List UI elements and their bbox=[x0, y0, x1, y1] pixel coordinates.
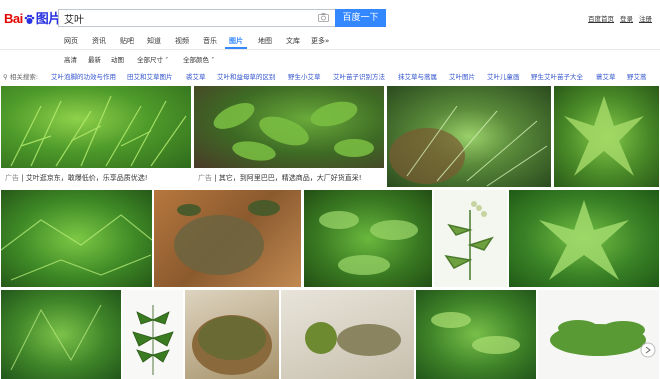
top-links: 百度首页 登录 注册 bbox=[582, 13, 652, 23]
filter-color[interactable]: 全部颜色 ˅ bbox=[183, 54, 214, 64]
search-button[interactable]: 百度一下 bbox=[335, 9, 386, 27]
search-query: 艾叶 bbox=[64, 15, 84, 26]
related-link[interactable]: 野艾蒿 bbox=[627, 71, 647, 81]
related-label: ⚲ 相关搜索: bbox=[3, 73, 39, 81]
related-link[interactable]: 蓑艾草 bbox=[596, 71, 616, 81]
image-result[interactable] bbox=[1, 86, 191, 168]
related-link[interactable]: 艾叶苗子识别方法 bbox=[333, 71, 385, 81]
related-link[interactable]: 野生小艾草 bbox=[288, 71, 321, 81]
tab-web[interactable]: 网页 bbox=[64, 36, 78, 46]
tab-news[interactable]: 资讯 bbox=[92, 36, 106, 46]
tab-map[interactable]: 地图 bbox=[258, 36, 272, 46]
image-result[interactable] bbox=[123, 290, 183, 379]
image-result[interactable] bbox=[554, 86, 659, 187]
tab-video[interactable]: 视频 bbox=[175, 36, 189, 46]
link-register[interactable]: 注册 bbox=[639, 15, 652, 23]
nav-tabs: 网页 资讯 贴吧 知道 视频 音乐 图片 地图 文库 更多» bbox=[0, 33, 660, 49]
filter-bar: 高清 最新 动图 全部尺寸 ˅ 全部颜色 ˅ bbox=[0, 52, 660, 66]
tab-images[interactable]: 图片 bbox=[229, 36, 243, 46]
image-result[interactable] bbox=[434, 190, 507, 287]
ad-text: 其它，到阿里巴巴，精选商品，大厂好货直采! bbox=[218, 174, 362, 182]
related-link[interactable]: 艾叶图片 bbox=[449, 71, 475, 81]
related-link[interactable]: 抹艾草与蒿属 bbox=[398, 71, 437, 81]
related-link[interactable]: 艾叶儿童画 bbox=[487, 71, 520, 81]
camera-icon[interactable] bbox=[318, 13, 329, 22]
tab-tieba[interactable]: 贴吧 bbox=[120, 36, 134, 46]
image-result[interactable] bbox=[1, 290, 121, 379]
baidu-image-logo[interactable]: Bai 图片 bbox=[4, 8, 61, 27]
ad-tag: 广告 bbox=[5, 174, 19, 182]
tab-more[interactable]: 更多» bbox=[311, 36, 329, 46]
related-link[interactable]: 田艾和艾草图片 bbox=[127, 71, 173, 81]
related-searches: ⚲ 相关搜索: 艾叶泡脚的功效与作用 田艾和艾草图片 裘艾草 艾叶和益母草的区别… bbox=[0, 69, 660, 83]
header: Bai 图片 艾叶 百度一下 百度首页 登录 注册 bbox=[0, 0, 660, 32]
link-login[interactable]: 登录 bbox=[620, 15, 633, 23]
filter-latest[interactable]: 最新 bbox=[88, 54, 101, 64]
image-result[interactable] bbox=[281, 290, 414, 379]
filter-hd[interactable]: 高清 bbox=[64, 54, 77, 64]
image-result[interactable] bbox=[194, 86, 384, 168]
image-result[interactable] bbox=[154, 190, 301, 287]
tab-zhidao[interactable]: 知道 bbox=[147, 36, 161, 46]
image-result[interactable] bbox=[387, 86, 551, 187]
paw-icon bbox=[24, 14, 35, 25]
search-input[interactable]: 艾叶 bbox=[58, 9, 336, 27]
ad-caption[interactable]: 广告 | 艾叶逛京东，敢爆低价，乐享品质优选! bbox=[1, 168, 191, 186]
related-link[interactable]: 裘艾草 bbox=[186, 71, 206, 81]
tab-music[interactable]: 音乐 bbox=[203, 36, 217, 46]
image-result[interactable] bbox=[416, 290, 536, 379]
logo-suffix: 图片 bbox=[35, 11, 62, 26]
logo-text: Bai bbox=[4, 11, 23, 26]
ad-text: 艾叶逛京东，敢爆低价，乐享品质优选! bbox=[25, 174, 148, 182]
image-result[interactable] bbox=[185, 290, 279, 379]
ad-tag: 广告 bbox=[198, 174, 212, 182]
filter-gif[interactable]: 动图 bbox=[111, 54, 124, 64]
ad-caption[interactable]: 广告 | 其它，到阿里巴巴，精选商品，大厂好货直采! bbox=[194, 168, 384, 186]
related-link[interactable]: 艾叶和益母草的区别 bbox=[217, 71, 276, 81]
image-result[interactable] bbox=[509, 190, 659, 287]
filter-size[interactable]: 全部尺寸 ˅ bbox=[137, 54, 168, 64]
image-result[interactable] bbox=[1, 190, 152, 287]
tab-wenku[interactable]: 文库 bbox=[286, 36, 300, 46]
image-result[interactable] bbox=[538, 290, 659, 379]
related-link[interactable]: 野生艾叶苗子大全 bbox=[531, 71, 583, 81]
link-home[interactable]: 百度首页 bbox=[588, 15, 614, 23]
divider bbox=[0, 49, 660, 50]
related-link[interactable]: 艾叶泡脚的功效与作用 bbox=[51, 71, 116, 81]
image-result[interactable] bbox=[304, 190, 432, 287]
